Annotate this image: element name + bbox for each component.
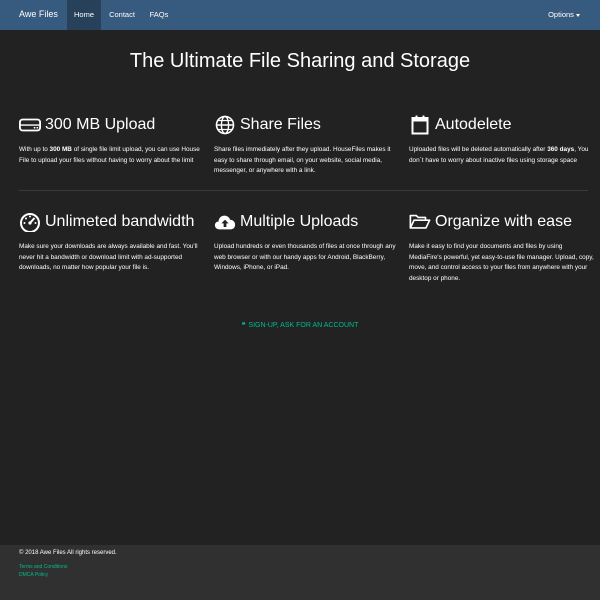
nav-contact[interactable]: Contact bbox=[101, 0, 143, 30]
feature-heading: Multiple Uploads bbox=[240, 213, 359, 230]
folder-open-icon bbox=[409, 212, 431, 232]
feature-description: With up to 300 MB of single file limit u… bbox=[19, 146, 200, 164]
feature-multiple-uploads: Multiple Uploads Upload hundreds or even… bbox=[214, 210, 399, 274]
feature-heading: Organize with ease bbox=[435, 213, 572, 230]
globe-icon bbox=[214, 115, 236, 135]
feature-share: Share Files Share files immediately afte… bbox=[214, 113, 399, 177]
calendar-icon bbox=[409, 115, 431, 135]
feature-description: Uploaded files will be deleted automatic… bbox=[409, 146, 589, 164]
feature-organize: Organize with ease Make it easy to find … bbox=[409, 210, 594, 284]
copyright-text: © 2018 Awe Files All rights reserved. bbox=[19, 550, 117, 556]
options-dropdown[interactable]: Options bbox=[540, 0, 588, 30]
caret-down-icon bbox=[575, 13, 580, 17]
section-divider bbox=[19, 190, 588, 191]
footer: © 2018 Awe Files All rights reserved. Te… bbox=[0, 545, 600, 600]
nav-home[interactable]: Home bbox=[67, 0, 101, 30]
nav-faqs[interactable]: FAQs bbox=[143, 0, 175, 30]
feature-description: Make sure your downloads are always avai… bbox=[19, 243, 198, 271]
feature-heading: 300 MB Upload bbox=[45, 116, 156, 133]
feature-upload: 300 MB Upload With up to 300 MB of singl… bbox=[19, 113, 204, 166]
feature-heading: Autodelete bbox=[435, 116, 512, 133]
feature-description: Share files immediately after they uploa… bbox=[214, 146, 391, 174]
feature-heading: Unlimeted bandwidth bbox=[45, 213, 195, 230]
feature-bandwidth: Unlimeted bandwidth Make sure your downl… bbox=[19, 210, 204, 274]
page-title: The Ultimate File Sharing and Storage bbox=[129, 50, 471, 72]
top-navbar: Awe Files Home Contact FAQs Options bbox=[0, 0, 600, 30]
feature-description: Upload hundreds or even thousands of fil… bbox=[214, 243, 396, 271]
feature-heading: Share Files bbox=[240, 116, 321, 133]
signup-link[interactable]: ❝ SIGN-UP, ASK FOR AN ACCOUNT bbox=[0, 321, 600, 329]
options-label: Options bbox=[548, 10, 574, 19]
brand-logo[interactable]: Awe Files bbox=[19, 9, 58, 19]
quote-icon: ❝ bbox=[241, 322, 246, 329]
cloud-upload-icon bbox=[214, 212, 236, 232]
hard-drive-icon bbox=[19, 115, 41, 135]
dashboard-icon bbox=[19, 212, 41, 232]
dmca-link[interactable]: DMCA Policy bbox=[19, 572, 48, 578]
feature-autodelete: Autodelete Uploaded files will be delete… bbox=[409, 113, 594, 166]
terms-link[interactable]: Terms and Conditions bbox=[19, 564, 67, 570]
feature-description: Make it easy to find your documents and … bbox=[409, 243, 594, 282]
signup-label: SIGN-UP, ASK FOR AN ACCOUNT bbox=[248, 322, 359, 329]
